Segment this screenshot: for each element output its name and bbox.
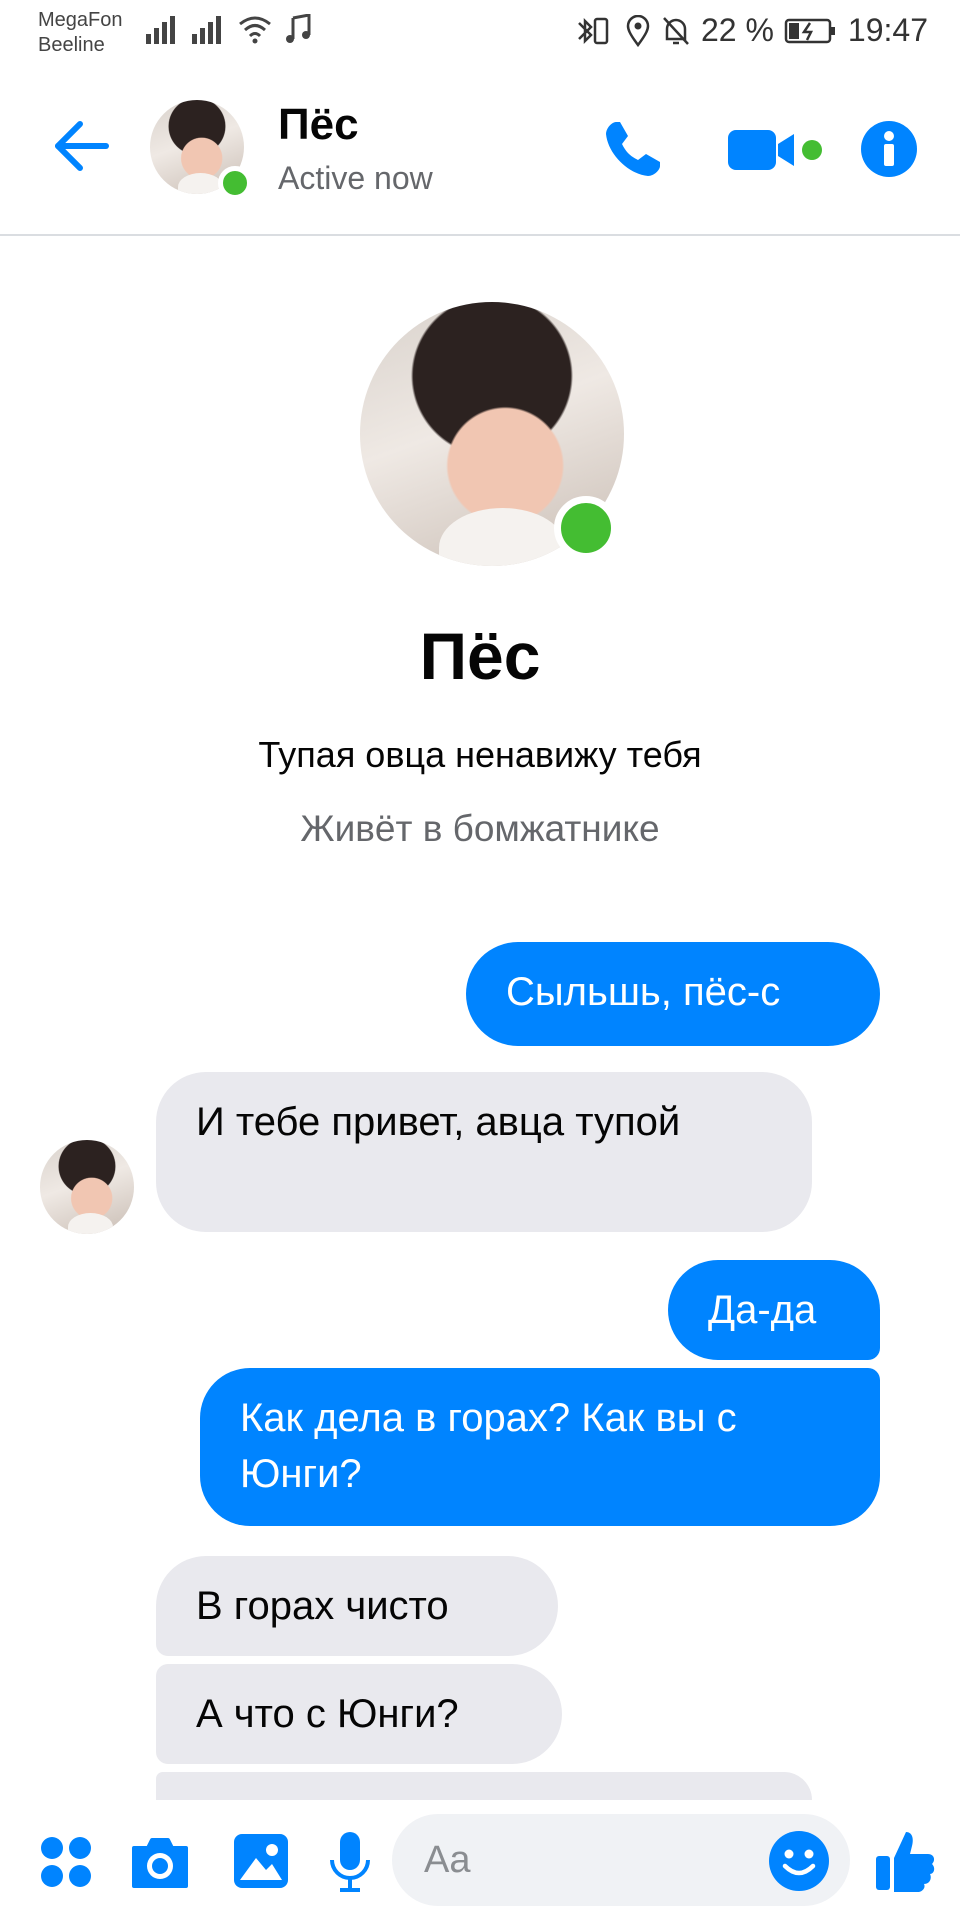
four-dots-icon: [41, 1837, 91, 1887]
conversation-header: Пёс Active now: [0, 62, 960, 236]
camera-icon: [132, 1838, 188, 1888]
sender-avatar[interactable]: [40, 1140, 134, 1234]
message-bubble-incoming[interactable]: А что с Юнги?: [156, 1664, 562, 1764]
carrier-2: Beeline: [38, 34, 105, 56]
profile-location: Живёт в бомжатнике: [300, 808, 660, 849]
signal-icon: [192, 16, 221, 44]
like-button[interactable]: [874, 1828, 936, 1894]
camera-button[interactable]: [130, 1834, 190, 1890]
battery-percent: 22 %: [700, 12, 774, 48]
avatar: [40, 1140, 134, 1234]
thumbs-up-icon: [876, 1832, 935, 1892]
profile-picture[interactable]: [360, 302, 624, 566]
profile-bio: Тупая овца ненавижу тебя: [258, 734, 702, 775]
message-composer: [0, 1800, 960, 1920]
message-bubble-incoming[interactable]: И тебе привет, авца тупой: [156, 1072, 812, 1232]
message-bubble-incoming-partial[interactable]: [156, 1772, 812, 1800]
wifi-icon: [239, 16, 271, 44]
emoji-button[interactable]: [768, 1830, 830, 1892]
gallery-button[interactable]: [232, 1832, 290, 1890]
voice-message-button[interactable]: [328, 1830, 372, 1894]
bluetooth-vibrate-icon: [578, 17, 609, 44]
arrow-left-icon: [55, 121, 109, 171]
active-status: Active now: [278, 160, 433, 196]
message-bubble-incoming[interactable]: В горах чисто: [156, 1556, 558, 1656]
signal-icon: [146, 16, 175, 44]
microphone-icon: [330, 1832, 370, 1892]
image-icon: [234, 1834, 288, 1888]
status-left-icons: [146, 14, 312, 44]
profile-name: Пёс: [419, 619, 541, 693]
contact-avatar-button[interactable]: [150, 100, 252, 200]
message-bubble-outgoing[interactable]: Как дела в горах? Как вы с Юнги?: [200, 1368, 880, 1526]
message-bubble-outgoing[interactable]: Сыльшь, пёс-с: [466, 942, 880, 1046]
contact-name[interactable]: Пёс: [278, 100, 359, 150]
status-bar: MegaFon Beeline 22 % 19:47: [0, 0, 960, 62]
video-call-button[interactable]: [728, 122, 824, 178]
message-bubble-outgoing[interactable]: Да-да: [668, 1260, 880, 1360]
carrier-names: MegaFon Beeline: [38, 8, 123, 58]
status-right: 22 % 19:47: [575, 12, 928, 49]
more-actions-button[interactable]: [40, 1836, 92, 1888]
online-indicator: [218, 166, 252, 200]
clock: 19:47: [847, 12, 928, 48]
bell-off-icon: [663, 16, 689, 45]
video-camera-icon: [728, 130, 822, 170]
battery-charging-icon: [784, 18, 835, 43]
info-icon: [861, 121, 917, 177]
location-icon: [626, 14, 650, 47]
phone-icon: [606, 122, 660, 176]
online-indicator: [554, 496, 618, 560]
carrier-1: MegaFon: [38, 9, 123, 31]
emoji-icon: [769, 1831, 829, 1891]
info-button[interactable]: [860, 120, 918, 178]
call-button[interactable]: [602, 118, 664, 180]
music-note-icon: [286, 14, 311, 43]
back-button[interactable]: [52, 118, 112, 174]
